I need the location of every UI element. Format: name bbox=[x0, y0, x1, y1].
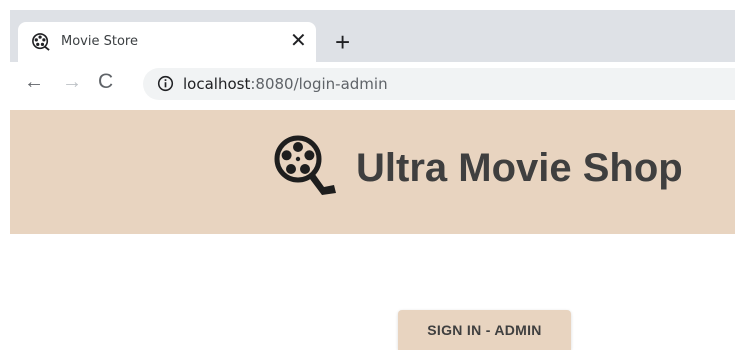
new-tab-button[interactable]: + bbox=[335, 29, 350, 55]
tab-strip: Movie Store ✕ + bbox=[10, 10, 735, 62]
browser-tab[interactable]: Movie Store ✕ bbox=[18, 22, 316, 62]
url-text[interactable]: localhost:8080/login-admin bbox=[183, 75, 388, 93]
film-reel-icon bbox=[32, 33, 50, 51]
reload-button[interactable]: C bbox=[98, 71, 113, 93]
tab-close-button[interactable]: ✕ bbox=[290, 30, 307, 52]
address-bar[interactable]: localhost:8080/login-admin bbox=[143, 68, 735, 100]
browser-toolbar: ← → C localhost:8080/login-admin bbox=[10, 62, 735, 104]
tab-title: Movie Store bbox=[61, 34, 138, 49]
url-path: :8080/login-admin bbox=[250, 75, 388, 93]
forward-button[interactable]: → bbox=[62, 71, 82, 93]
site-title: Ultra Movie Shop bbox=[356, 146, 683, 190]
sign-in-admin-button[interactable]: SIGN IN - ADMIN bbox=[398, 310, 571, 350]
back-button[interactable]: ← bbox=[24, 71, 44, 93]
film-reel-icon bbox=[274, 135, 336, 195]
url-host: localhost bbox=[183, 75, 251, 93]
site-header: Ultra Movie Shop bbox=[10, 110, 735, 234]
info-icon[interactable] bbox=[157, 75, 174, 92]
